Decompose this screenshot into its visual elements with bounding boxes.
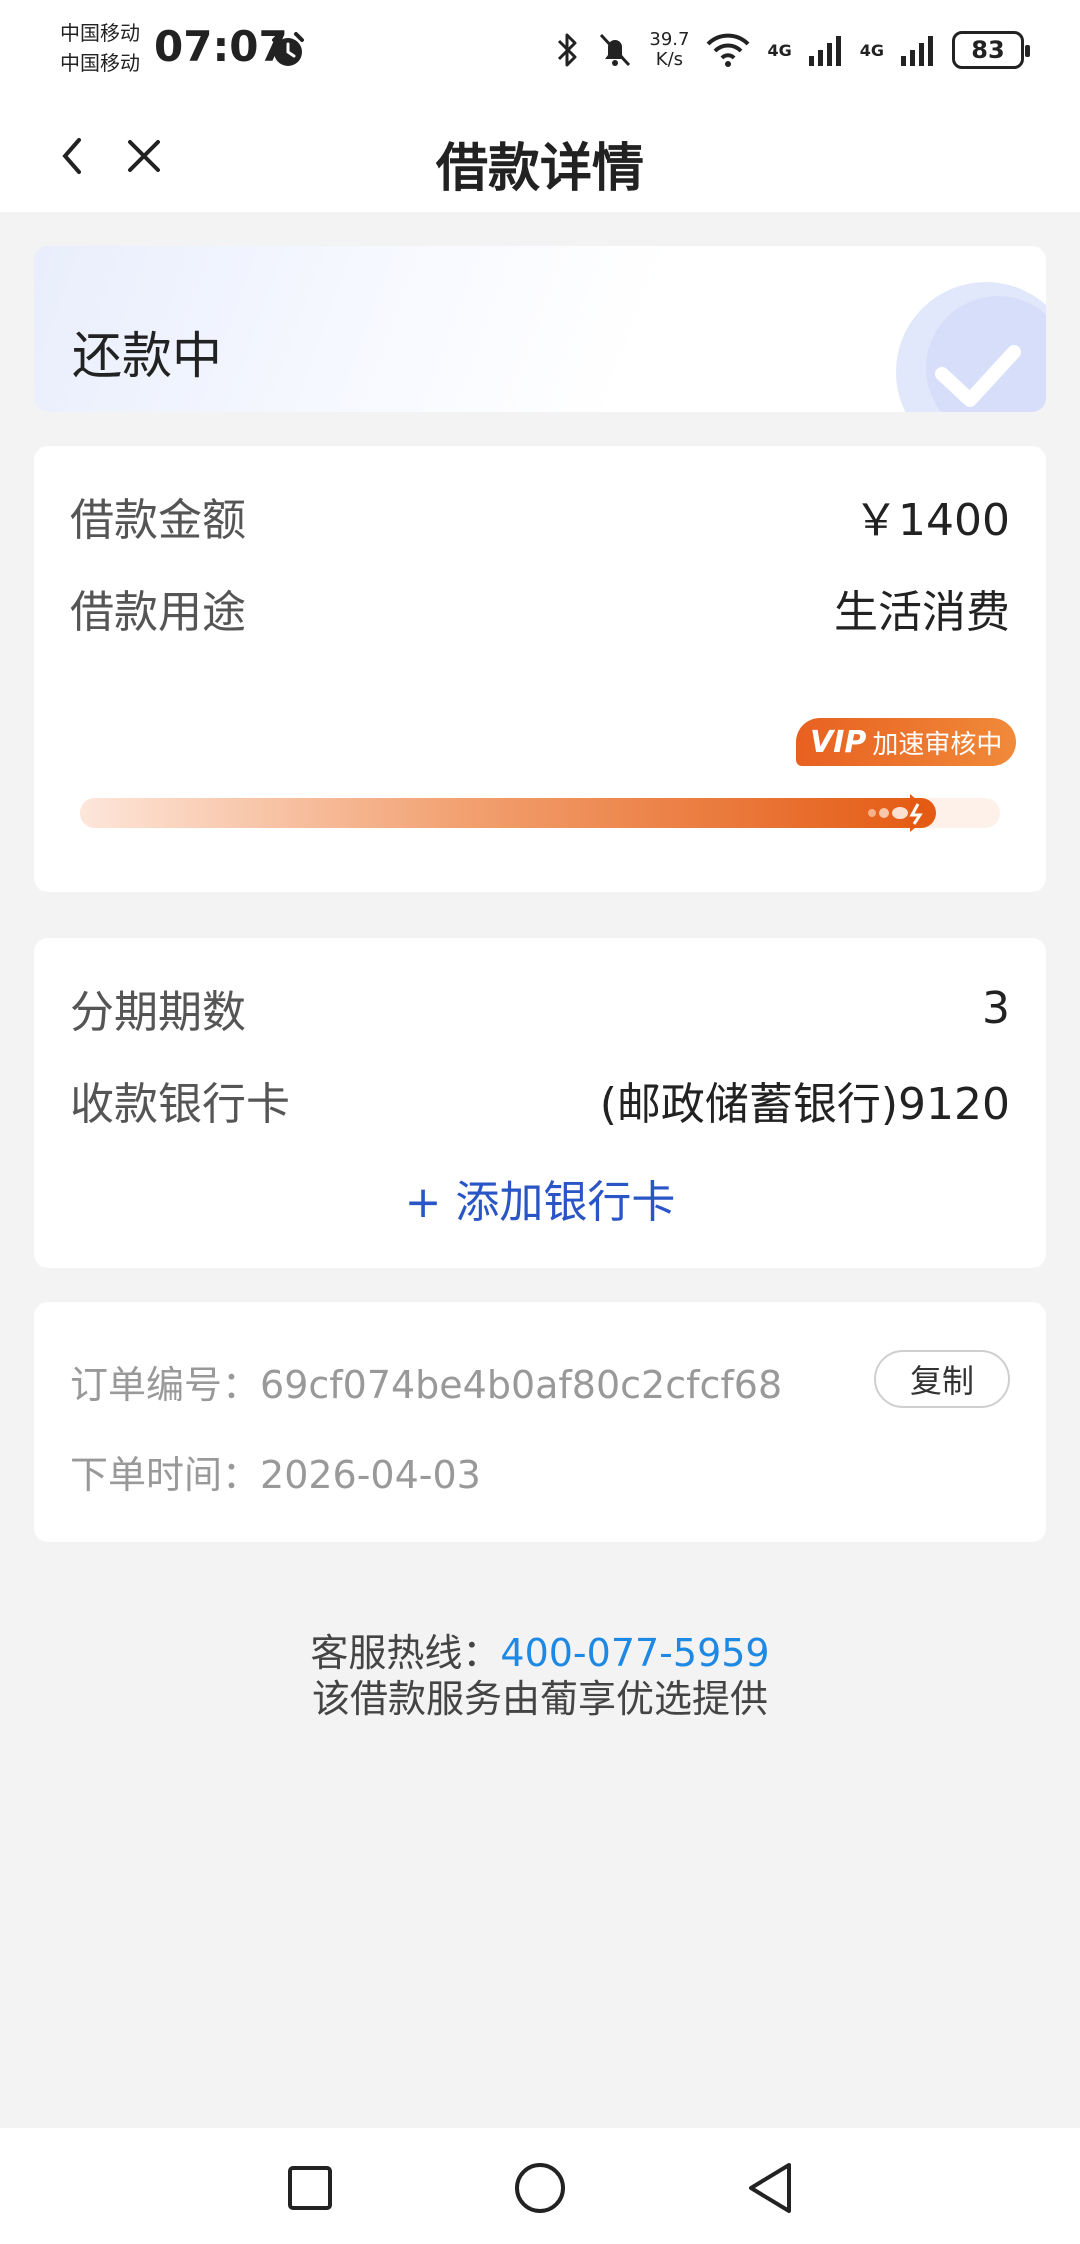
order-number-label: 订单编号：: [70, 1363, 261, 1407]
page-title: 借款详情: [435, 139, 644, 199]
bluetooth-icon: [558, 33, 577, 67]
mute-bell-icon: [600, 33, 631, 67]
home-button[interactable]: [510, 2158, 570, 2218]
installments-label: 分期期数: [70, 987, 246, 1038]
recents-button[interactable]: [280, 2158, 340, 2218]
loan-amount-row: 借款金额 ￥1400: [70, 486, 1010, 546]
network-type-2: 4G: [859, 40, 884, 60]
loan-status: 还款中: [72, 327, 222, 385]
carrier-info: 中国移动 中国移动: [60, 18, 140, 78]
loan-amount-label: 借款金额: [70, 495, 246, 546]
square-icon: [288, 2166, 332, 2210]
receiving-card-row: 收款银行卡 (邮政储蓄银行)9120: [70, 1070, 1010, 1130]
copy-order-button[interactable]: 复制: [874, 1350, 1010, 1408]
footer: 客服热线：400-077-5959 该借款服务由葡享优选提供: [0, 1630, 1080, 1722]
loan-info-card: 借款金额 ￥1400 借款用途 生活消费 VIP 加速审核中: [34, 446, 1046, 892]
review-progress-fill: [80, 798, 936, 828]
provider-text: 该借款服务由葡享优选提供: [311, 1677, 768, 1721]
network-type-1: 4G: [767, 40, 792, 60]
order-time-row: 下单时间：2026-04-03: [70, 1444, 481, 1499]
check-badge-icon: [896, 282, 1046, 412]
order-time-label: 下单时间：: [70, 1453, 261, 1497]
rocket-icon: [868, 794, 932, 832]
nav-bar: 借款详情: [0, 100, 1080, 212]
carrier-1: 中国移动: [60, 21, 140, 45]
review-status-label: 加速审核中: [872, 729, 1003, 760]
order-number-value: 69cf074be4b0af80c2cfcf68: [260, 1363, 783, 1407]
circle-icon: [515, 2163, 565, 2213]
hotline-line: 客服热线：400-077-5959: [0, 1630, 1080, 1676]
vip-review-badge: VIP 加速审核中: [796, 718, 1017, 766]
alarm-icon: [272, 32, 304, 66]
order-info-card: 订单编号：69cf074be4b0af80c2cfcf68 复制 下单时间：20…: [34, 1302, 1046, 1542]
loan-status-card: 还款中: [34, 246, 1046, 412]
back-nav-button[interactable]: [740, 2158, 800, 2218]
signal-icon-2: [901, 36, 933, 66]
installment-bank-card: 分期期数 3 收款银行卡 (邮政储蓄银行)9120 + 添加银行卡: [34, 938, 1046, 1268]
order-time-value: 2026-04-03: [260, 1453, 481, 1497]
carrier-2: 中国移动: [60, 51, 140, 75]
signal-icon-1: [808, 36, 841, 66]
system-nav-bar: [0, 2128, 1080, 2244]
loan-purpose-label: 借款用途: [70, 587, 246, 638]
triangle-back-icon: [749, 2163, 791, 2213]
loan-purpose-row: 借款用途 生活消费: [70, 578, 1010, 638]
wifi-icon: [707, 33, 750, 67]
loan-amount-value: ￥1400: [854, 495, 1010, 546]
loan-purpose-value: 生活消费: [834, 587, 1010, 638]
receiving-card-value: (邮政储蓄银行)9120: [599, 1079, 1010, 1130]
network-speed: 39.7 K/s: [649, 30, 689, 70]
receiving-card-label: 收款银行卡: [70, 1079, 290, 1130]
installments-value: 3: [982, 982, 1010, 1034]
speed-value: 39.7: [649, 29, 690, 50]
order-number-row: 订单编号：69cf074be4b0af80c2cfcf68: [70, 1354, 782, 1409]
vip-label: VIP: [810, 724, 867, 760]
hotline-label: 客服热线：: [310, 1631, 501, 1675]
speed-unit: K/s: [655, 49, 684, 70]
battery-indicator: 83: [952, 31, 1030, 69]
installments-row: 分期期数 3: [70, 978, 1010, 1039]
hotline-number[interactable]: 400-077-5959: [500, 1631, 769, 1675]
review-progress-bar: [80, 794, 1000, 832]
status-bar: 中国移动 中国移动 07:07 39.7 K/s 4G 4G 83: [0, 0, 1080, 100]
add-bank-card-button[interactable]: + 添加银行卡: [34, 1166, 1046, 1230]
status-icons: 39.7 K/s 4G 4G 83: [555, 26, 1030, 74]
